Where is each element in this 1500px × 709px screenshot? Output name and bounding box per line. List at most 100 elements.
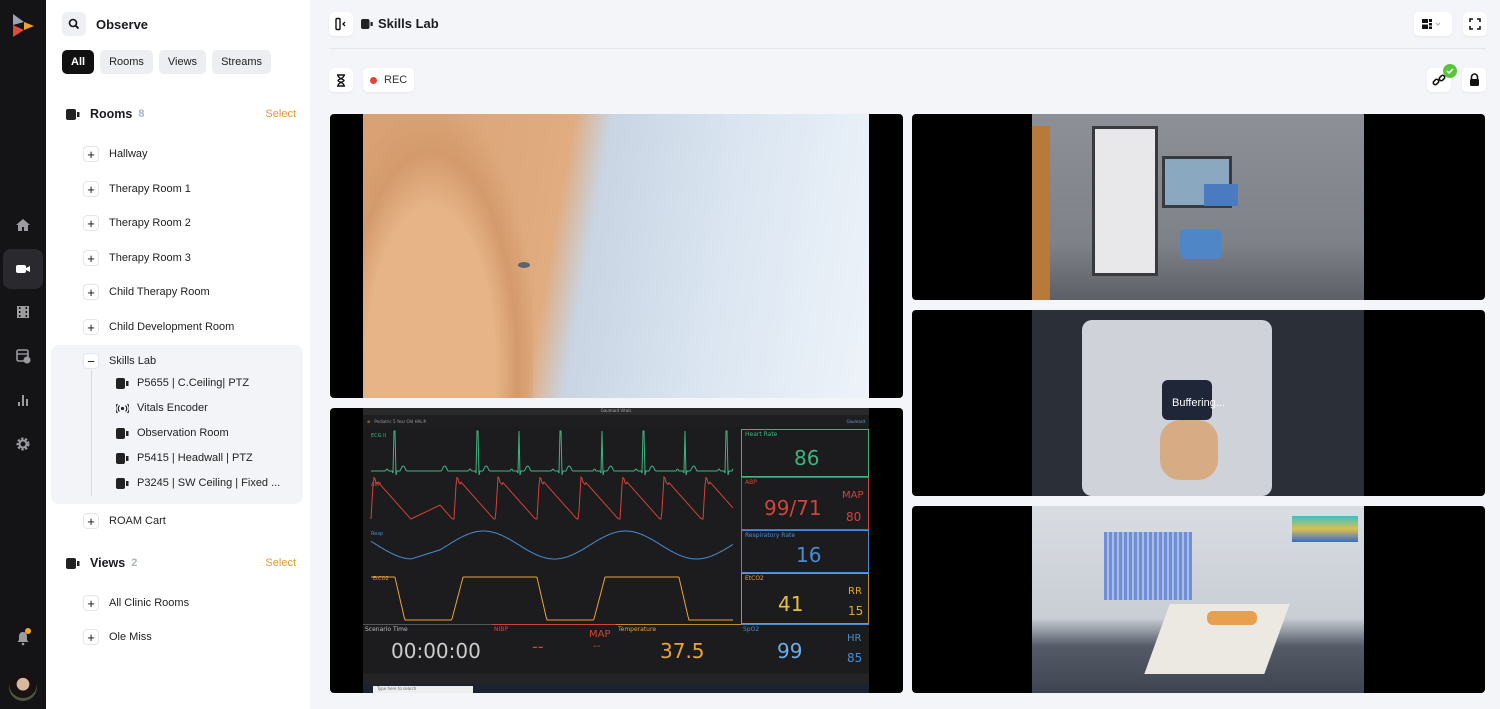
notification-dot [25, 628, 31, 634]
filter-views[interactable]: Views [158, 50, 207, 74]
video-camera-icon [116, 377, 129, 389]
home-icon [16, 219, 30, 231]
video-tile-closeup[interactable] [330, 114, 903, 398]
views-label: Views [90, 556, 126, 570]
app-rail [0, 0, 46, 709]
app-logo[interactable] [10, 12, 36, 38]
rail-analytics[interactable] [3, 380, 43, 420]
room-item[interactable]: + ROAM Cart [83, 512, 166, 530]
map-value: 80 [846, 510, 862, 524]
hourglass-icon [337, 73, 345, 87]
timer-button[interactable] [329, 68, 353, 92]
windows-taskbar: Type here to search [363, 684, 869, 693]
expand-icon[interactable]: + [83, 284, 99, 300]
stream-label: P3245 | SW Ceiling | Fixed ... [137, 477, 281, 489]
stream-item[interactable]: P5415 | Headwall | PTZ [116, 450, 253, 466]
tree-connector [91, 370, 92, 496]
view-item[interactable]: + Ole Miss [83, 628, 152, 646]
room-item[interactable]: + Child Development Room [83, 318, 234, 336]
expand-icon[interactable]: + [83, 146, 99, 162]
stream-overlay [1292, 516, 1358, 542]
abp-value: 99/71 [764, 496, 822, 520]
rooms-select-link[interactable]: Select [265, 108, 296, 120]
sidebar-title: Observe [96, 17, 149, 32]
gear-icon [16, 437, 30, 451]
grid-layout-icon [1422, 19, 1441, 29]
room-item[interactable]: + Hallway [83, 145, 148, 163]
stream-item[interactable]: Observation Room [116, 425, 229, 441]
spo2-panel: SpO2 99 HR 85 [741, 624, 869, 674]
vitals-monitor: Gaumard Vitals ≋ Pediatric 5 Year Old HAL… [363, 408, 869, 693]
room-label: Child Development Room [109, 321, 235, 333]
expand-icon[interactable]: + [83, 250, 99, 266]
record-dot-icon [370, 76, 377, 84]
expand-icon[interactable]: + [83, 319, 99, 335]
video-camera-icon [116, 477, 129, 489]
record-button[interactable]: REC [363, 68, 415, 92]
expand-icon[interactable]: + [83, 181, 99, 197]
video-tile-sw-ceiling[interactable] [912, 506, 1485, 693]
rail-settings[interactable] [3, 424, 43, 464]
room-item[interactable]: + Therapy Room 2 [83, 214, 191, 232]
nibp-panel: NIBP -- MAP -- [492, 624, 616, 674]
waveforms: ECG II ABP Resp EtCO2 [370, 430, 734, 621]
expand-icon[interactable]: + [83, 629, 99, 645]
buffering-label: Buffering... [1172, 397, 1225, 409]
filter-all[interactable]: All [62, 50, 95, 74]
spo2-value: 99 [777, 639, 803, 663]
resp-panel: Respiratory Rate 16 [741, 530, 869, 573]
schedule-icon [16, 349, 31, 364]
views-select-link[interactable]: Select [265, 557, 296, 569]
trace-label-resp: Resp [371, 531, 383, 537]
stream-label: Vitals Encoder [137, 402, 208, 414]
search-button[interactable] [62, 12, 86, 36]
search-icon [68, 18, 80, 30]
stream-item[interactable]: P5655 | C.Ceiling| PTZ [116, 375, 249, 391]
video-tile-observation-room[interactable] [912, 114, 1485, 300]
views-section-header: Views 2 Select [66, 553, 296, 573]
view-item[interactable]: + All Clinic Rooms [83, 594, 189, 612]
stream-item[interactable]: Vitals Encoder [116, 400, 208, 416]
user-avatar[interactable] [9, 673, 37, 701]
rail-home[interactable] [3, 205, 43, 245]
layout-menu-button[interactable] [1414, 12, 1452, 36]
view-label: Ole Miss [109, 631, 152, 643]
collapse-sidebar-button[interactable] [329, 12, 353, 36]
room-item[interactable]: + Child Therapy Room [83, 283, 210, 301]
collapse-icon[interactable]: − [83, 353, 99, 369]
expand-icon[interactable]: + [83, 215, 99, 231]
video-camera-icon [116, 452, 129, 464]
expand-icon[interactable]: + [83, 513, 99, 529]
room-item[interactable]: + Therapy Room 1 [83, 180, 191, 198]
stream-item[interactable]: P3245 | SW Ceiling | Fixed ... [116, 475, 280, 491]
video-camera-icon [66, 108, 80, 120]
fullscreen-button[interactable] [1463, 12, 1487, 36]
video-tile-vitals[interactable]: Gaumard Vitals ≋ Pediatric 5 Year Old HAL… [330, 408, 903, 693]
rail-notifications[interactable] [3, 618, 43, 658]
room-item-skills-lab[interactable]: − Skills Lab [83, 352, 156, 370]
trace-label-ecg: ECG II [371, 433, 386, 439]
filter-rooms[interactable]: Rooms [100, 50, 153, 74]
video-tile-headwall[interactable]: Buffering... [912, 310, 1485, 496]
patient-label: Pediatric 5 Year Old HAL® [374, 418, 427, 424]
rooms-section-header: Rooms 8 Select [66, 104, 296, 124]
video-feed [1032, 114, 1364, 300]
etco2-value: 41 [778, 592, 804, 616]
room-label: Therapy Room 2 [109, 217, 191, 229]
video-camera-icon [361, 18, 373, 29]
rail-live-video[interactable] [3, 249, 43, 289]
resp-value: 16 [796, 543, 822, 567]
stream-label: P5415 | Headwall | PTZ [137, 452, 253, 464]
lock-button[interactable] [1462, 68, 1486, 92]
rail-recordings[interactable] [3, 292, 43, 332]
room-item[interactable]: + Therapy Room 3 [83, 249, 191, 267]
expand-icon[interactable]: + [83, 595, 99, 611]
taskbar-search: Type here to search [373, 686, 473, 693]
view-label: All Clinic Rooms [109, 597, 190, 609]
video-camera-icon [16, 265, 30, 273]
rail-scheduler[interactable] [3, 336, 43, 376]
broadcast-icon [116, 403, 129, 413]
observe-sidebar: Observe All Rooms Views Streams Rooms 8 … [46, 0, 310, 709]
scenario-time-value: 00:00:00 [391, 639, 481, 663]
filter-streams[interactable]: Streams [212, 50, 272, 74]
